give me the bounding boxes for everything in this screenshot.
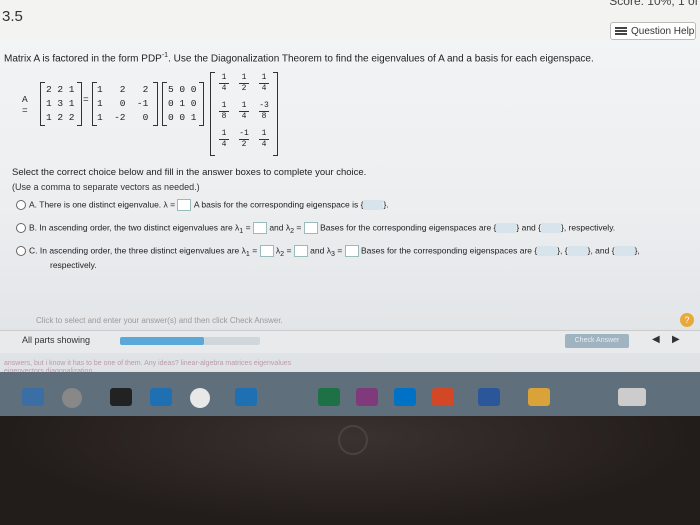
background-text-1: answers, but i know it has to be one of … xyxy=(4,360,292,367)
comma-instructions: (Use a comma to separate vectors as need… xyxy=(12,182,200,192)
onenote-icon[interactable] xyxy=(356,388,378,406)
check-answer-button[interactable]: Check Answer xyxy=(565,334,629,348)
equals-sign: = xyxy=(83,94,89,105)
amazon-icon[interactable] xyxy=(110,388,132,406)
pinv-0-1: 12 xyxy=(237,74,251,93)
basis1-input-c[interactable] xyxy=(537,246,558,256)
help-icon[interactable]: ? xyxy=(680,313,694,327)
option-c-continued: respectively. xyxy=(50,260,97,270)
basis2-input-b[interactable] xyxy=(541,223,561,233)
all-parts-label: All parts showing xyxy=(22,335,91,345)
matrix-a: 2 2 1 1 3 1 1 2 2 xyxy=(40,82,82,126)
list-icon xyxy=(615,26,627,36)
option-c[interactable]: C. In ascending order, the three distinc… xyxy=(16,245,640,258)
basis3-input-c[interactable] xyxy=(614,246,635,256)
matrix-a-label: A = xyxy=(22,94,28,116)
file-icon[interactable] xyxy=(528,388,550,406)
score-text: Score: 10%, 1 of xyxy=(609,0,698,8)
question-text: Matrix A is factored in the form PDP-1. … xyxy=(4,52,594,65)
network-icon[interactable] xyxy=(235,388,257,406)
matrix-d: 5 0 0 0 1 0 0 0 1 xyxy=(162,82,204,126)
progress-fill xyxy=(120,337,204,345)
question-help-label: Question Help xyxy=(631,25,695,37)
lambda-input-a[interactable] xyxy=(177,199,192,211)
answer-hint: Click to select and enter your answer(s)… xyxy=(36,316,283,325)
choice-instructions: Select the correct choice below and fill… xyxy=(12,167,367,178)
matrix-p: 1 2 2 1 0 -1 1 -2 0 xyxy=(92,82,158,126)
progress-bar xyxy=(120,337,260,345)
option-a-radio[interactable] xyxy=(16,200,26,210)
lambda2-input-c[interactable] xyxy=(293,245,308,257)
pinv-0-0: 14 xyxy=(217,74,231,93)
lambda3-input-c[interactable] xyxy=(344,245,359,257)
pinv-1-2: -3 8 xyxy=(259,101,269,121)
excel-icon[interactable] xyxy=(318,388,340,406)
lambda1-input-c[interactable] xyxy=(259,245,274,257)
pinv-1-0: 18 xyxy=(217,102,231,121)
pinv-2-1: -1 2 xyxy=(239,129,249,149)
option-a[interactable]: A. There is one distinct eigenvalue. λ =… xyxy=(16,199,389,211)
chrome-icon[interactable] xyxy=(190,388,210,408)
word-icon[interactable] xyxy=(478,388,500,406)
hp-logo xyxy=(338,425,368,455)
powerpoint-icon[interactable] xyxy=(432,388,454,406)
pinv-0-2: 14 xyxy=(257,74,271,93)
option-b[interactable]: B. In ascending order, the two distinct … xyxy=(16,222,615,235)
keyboard-icon[interactable] xyxy=(618,388,646,406)
question-help-button[interactable]: Question Help xyxy=(610,22,696,40)
taskbar xyxy=(0,372,700,416)
hp-icon[interactable] xyxy=(62,388,82,408)
pinv-1-1: 14 xyxy=(237,102,251,121)
option-b-radio[interactable] xyxy=(16,223,26,233)
top-bar: 3.5 Score: 10%, 1 of Question Help xyxy=(0,0,700,40)
lambda2-input-b[interactable] xyxy=(303,222,318,234)
pinv-2-0: 14 xyxy=(217,130,231,149)
windows-icon[interactable] xyxy=(22,388,44,406)
option-c-radio[interactable] xyxy=(16,246,26,256)
outlook-icon[interactable] xyxy=(394,388,416,406)
matrix-p-inverse: 14 12 14 18 14 -3 8 14 -1 2 14 xyxy=(210,72,278,156)
section-number: 3.5 xyxy=(2,8,23,25)
hp-support-icon[interactable] xyxy=(150,388,172,406)
basis1-input-b[interactable] xyxy=(496,223,517,233)
lambda1-input-b[interactable] xyxy=(252,222,267,234)
basis-input-a[interactable] xyxy=(363,200,384,210)
prev-button[interactable]: ◀ xyxy=(652,334,660,345)
pinv-2-2: 14 xyxy=(257,130,271,149)
next-button[interactable]: ▶ xyxy=(672,334,680,345)
browser-screen: 3.5 Score: 10%, 1 of Question Help Matri… xyxy=(0,0,700,375)
basis2-input-c[interactable] xyxy=(567,246,588,256)
